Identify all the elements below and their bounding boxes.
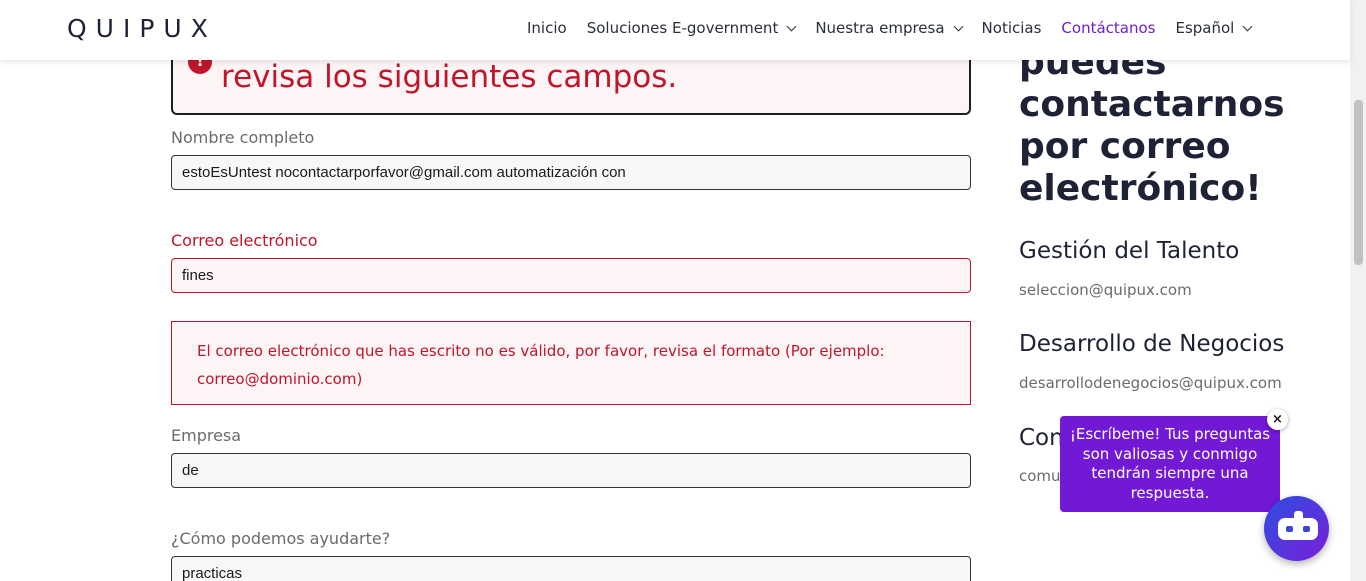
company-label: Empresa <box>171 426 242 445</box>
nav-label: Contáctanos <box>1061 19 1156 37</box>
help-field[interactable]: practicas <box>171 556 971 581</box>
contact-title-line: contactarnos <box>1019 84 1285 125</box>
nav-label: Noticias <box>981 19 1042 37</box>
contact-title: puedes contactarnos por correo electróni… <box>1019 42 1339 210</box>
nav-label: Nuestra empresa <box>815 19 945 37</box>
contact-title-line: por correo <box>1019 126 1231 167</box>
chevron-down-icon <box>786 21 797 31</box>
nav-nuestra-empresa[interactable]: Nuestra empresa <box>815 19 963 37</box>
robot-icon <box>1278 518 1318 540</box>
talent-email[interactable]: seleccion@quipux.com <box>1019 281 1192 299</box>
email-error-line2: correo@dominio.com) <box>197 370 363 388</box>
help-label: ¿Cómo podemos ayudarte? <box>171 529 391 548</box>
email-field[interactable]: fines <box>171 258 971 293</box>
quipux-logo[interactable]: QUIPUX <box>67 14 217 43</box>
nav-noticias[interactable]: Noticias <box>982 19 1042 37</box>
business-email[interactable]: desarrollodenegocios@quipux.com <box>1019 374 1282 392</box>
nav-language[interactable]: Español <box>1175 19 1253 37</box>
close-icon[interactable]: × <box>1267 409 1288 430</box>
nav-inicio[interactable]: Inicio <box>527 19 567 37</box>
scrollbar-thumb[interactable] <box>1354 100 1363 265</box>
nav-label: Soluciones E-government <box>586 19 779 37</box>
nav-soluciones[interactable]: Soluciones E-government <box>586 19 797 37</box>
page-scrollbar[interactable] <box>1350 0 1366 581</box>
chat-prompt-bubble[interactable]: ¡Escríbeme! Tus preguntas son valiosas y… <box>1060 416 1280 512</box>
nav-label: Español <box>1175 19 1235 37</box>
nav-contactanos[interactable]: Contáctanos <box>1061 19 1155 37</box>
site-header: QUIPUX Inicio Soluciones E-government Nu… <box>0 0 1350 60</box>
chevron-down-icon <box>1242 21 1253 31</box>
communications-heading: Con <box>1019 425 1064 451</box>
communications-email[interactable]: comu <box>1019 467 1061 485</box>
page: QUIPUX Inicio Soluciones E-government Nu… <box>0 0 1366 581</box>
error-banner-text: revisa los siguientes campos. <box>221 59 678 95</box>
company-field[interactable]: de <box>171 453 971 488</box>
robot-eye <box>1303 526 1310 532</box>
contact-title-line: electrónico! <box>1019 168 1262 209</box>
email-error-message: El correo electrónico que has escrito no… <box>171 321 971 405</box>
talent-heading: Gestión del Talento <box>1019 238 1240 264</box>
bot-antenna <box>1294 511 1303 518</box>
chevron-down-icon <box>953 21 963 31</box>
nav-label: Inicio <box>527 19 567 37</box>
robot-eye <box>1286 526 1293 532</box>
name-label: Nombre completo <box>171 128 315 147</box>
main-nav: Inicio Soluciones E-government Nuestra e… <box>527 19 1271 37</box>
name-field[interactable]: estoEsUntest nocontactarporfavor@gmail.c… <box>171 155 971 190</box>
business-heading: Desarrollo de Negocios <box>1019 331 1285 357</box>
logo-text: QUIPU <box>67 14 191 43</box>
email-label: Correo electrónico <box>171 231 318 250</box>
email-error-line1: El correo electrónico que has escrito no… <box>197 342 885 360</box>
logo-x: X <box>190 14 217 43</box>
